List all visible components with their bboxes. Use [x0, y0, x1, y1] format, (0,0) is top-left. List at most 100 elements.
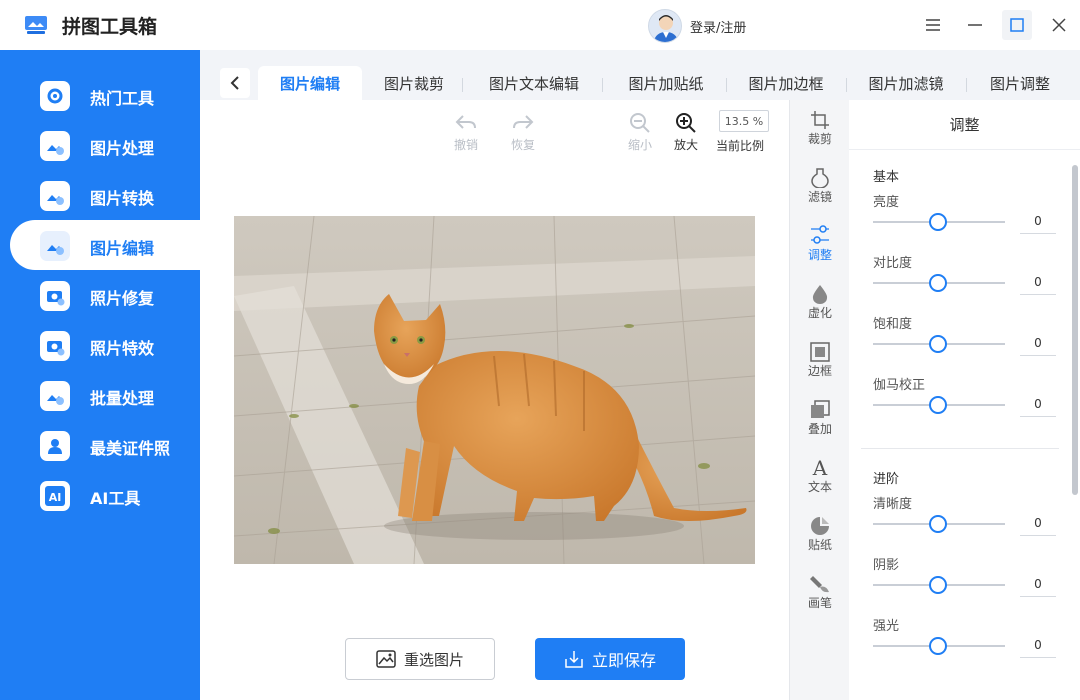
menu-icon[interactable]	[918, 10, 948, 40]
contrast-slider-handle[interactable]	[929, 274, 947, 292]
tab-image-crop[interactable]: 图片裁剪	[368, 66, 460, 100]
highlight-slider-handle[interactable]	[929, 637, 947, 655]
sidebar-item-label: 最美证件照	[90, 439, 171, 458]
gear-icon	[40, 81, 70, 111]
saturation-value[interactable]: 0	[1020, 330, 1056, 356]
panel-scrollbar[interactable]	[1072, 165, 1078, 495]
reselect-image-button[interactable]: 重选图片	[345, 638, 495, 680]
tool-label: 画笔	[807, 596, 832, 610]
sticker-icon	[790, 508, 850, 536]
tab-divider	[966, 78, 967, 92]
image-edit-icon	[40, 231, 70, 261]
contrast-value[interactable]: 0	[1020, 269, 1056, 295]
image-convert-icon	[40, 181, 70, 211]
redo-label: 恢复	[510, 138, 535, 152]
sidebar-item-image-processing[interactable]: 图片处理	[10, 120, 200, 170]
download-icon	[565, 651, 583, 668]
maximize-icon[interactable]	[1002, 10, 1032, 40]
tool-overlay[interactable]: 叠加	[790, 392, 850, 450]
tab-image-adjust[interactable]: 图片调整	[972, 66, 1068, 100]
highlight-value[interactable]: 0	[1020, 632, 1056, 658]
tool-label: 滤镜	[807, 190, 832, 204]
sharpness-slider-handle[interactable]	[929, 515, 947, 533]
zoom-caption: 当前比例	[716, 139, 765, 153]
tab-image-text-edit[interactable]: 图片文本编辑	[470, 66, 598, 100]
save-now-button[interactable]: 立即保存	[535, 638, 685, 680]
gamma-value[interactable]: 0	[1020, 391, 1056, 417]
back-icon[interactable]	[220, 68, 250, 98]
sidebar-item-label: 照片特效	[90, 339, 155, 358]
zoom-in-button[interactable]: 放大	[664, 110, 708, 153]
tab-add-filter[interactable]: 图片加滤镜	[850, 66, 962, 100]
shadow-value[interactable]: 0	[1020, 571, 1056, 597]
tab-add-border[interactable]: 图片加边框	[730, 66, 842, 100]
overlay-icon	[790, 392, 850, 420]
tab-add-sticker[interactable]: 图片加贴纸	[610, 66, 722, 100]
brightness-slider-handle[interactable]	[929, 213, 947, 231]
sidebar: 热门工具 图片处理 图片转换 图片编辑 照片修复 照片特效 批量处理 最美证件照…	[0, 50, 200, 700]
redo-icon	[501, 110, 545, 136]
brush-icon	[790, 566, 850, 594]
tool-crop[interactable]: 裁剪	[790, 102, 850, 160]
reselect-label: 重选图片	[403, 650, 464, 669]
sidebar-item-label: 图片处理	[90, 139, 155, 158]
tool-label: 裁剪	[807, 132, 832, 146]
sidebar-item-label: 批量处理	[90, 389, 155, 408]
filter-icon	[790, 160, 850, 188]
sidebar-item-label: 图片编辑	[90, 239, 155, 258]
brightness-value[interactable]: 0	[1020, 208, 1056, 234]
saturation-slider-handle[interactable]	[929, 335, 947, 353]
saturation-label: 饱和度	[873, 317, 913, 332]
tool-blur[interactable]: 虚化	[790, 276, 850, 334]
text-icon: A	[790, 450, 850, 478]
zoom-out-icon	[618, 110, 662, 136]
group-advanced-title: 进阶	[873, 472, 900, 487]
sidebar-item-image-edit[interactable]: 图片编辑	[10, 220, 200, 270]
adjust-icon	[790, 218, 850, 246]
tab-image-edit[interactable]: 图片编辑	[258, 66, 362, 100]
gamma-slider-handle[interactable]	[929, 396, 947, 414]
sidebar-item-label: 照片修复	[90, 289, 155, 308]
minimize-icon[interactable]	[960, 10, 990, 40]
sidebar-item-photo-effects[interactable]: 照片特效	[10, 320, 200, 370]
sidebar-item-image-convert[interactable]: 图片转换	[10, 170, 200, 220]
camera-magic-icon	[40, 331, 70, 361]
sharpness-label: 清晰度	[873, 497, 913, 512]
save-label: 立即保存	[591, 651, 656, 670]
shadow-slider-handle[interactable]	[929, 576, 947, 594]
undo-button[interactable]: 撤销	[444, 110, 488, 153]
sidebar-item-ai-tools[interactable]: AI AI工具	[10, 470, 200, 520]
undo-icon	[444, 110, 488, 136]
sidebar-item-batch[interactable]: 批量处理	[10, 370, 200, 420]
svg-text:A: A	[812, 456, 828, 478]
sharpness-value[interactable]: 0	[1020, 510, 1056, 536]
zoom-level-display: 13.5 %	[719, 110, 769, 132]
close-icon[interactable]	[1044, 10, 1074, 40]
crop-icon	[790, 102, 850, 130]
undo-label: 撤销	[453, 138, 478, 152]
sidebar-item-id-photo[interactable]: 最美证件照	[10, 420, 200, 470]
adjust-panel: 调整 基本 亮度 0 对比度 0 饱和度 0 伽马校正 0 进阶 清晰度 0 阴…	[849, 100, 1080, 700]
zoom-out-button[interactable]: 缩小	[618, 110, 662, 153]
tool-brush[interactable]: 画笔	[790, 566, 850, 624]
edited-photo[interactable]	[234, 216, 755, 564]
sidebar-item-photo-repair[interactable]: 照片修复	[10, 270, 200, 320]
contrast-label: 对比度	[873, 256, 913, 271]
tool-border[interactable]: 边框	[790, 334, 850, 392]
login-register-link[interactable]: 登录/注册	[690, 17, 746, 36]
gamma-label: 伽马校正	[873, 378, 926, 393]
tool-sticker[interactable]: 贴纸	[790, 508, 850, 566]
tab-divider	[726, 78, 727, 92]
tool-text[interactable]: A 文本	[790, 450, 850, 508]
redo-button[interactable]: 恢复	[501, 110, 545, 153]
tool-label: 叠加	[807, 422, 832, 436]
sidebar-item-label: 图片转换	[90, 189, 155, 208]
tab-divider	[602, 78, 603, 92]
tool-adjust[interactable]: 调整	[790, 218, 850, 276]
app-logo-icon	[25, 16, 47, 34]
sidebar-item-hot-tools[interactable]: 热门工具	[10, 70, 200, 120]
tool-filter[interactable]: 滤镜	[790, 160, 850, 218]
avatar[interactable]	[648, 9, 682, 43]
svg-text:AI: AI	[49, 491, 62, 504]
ai-icon: AI	[40, 481, 70, 511]
